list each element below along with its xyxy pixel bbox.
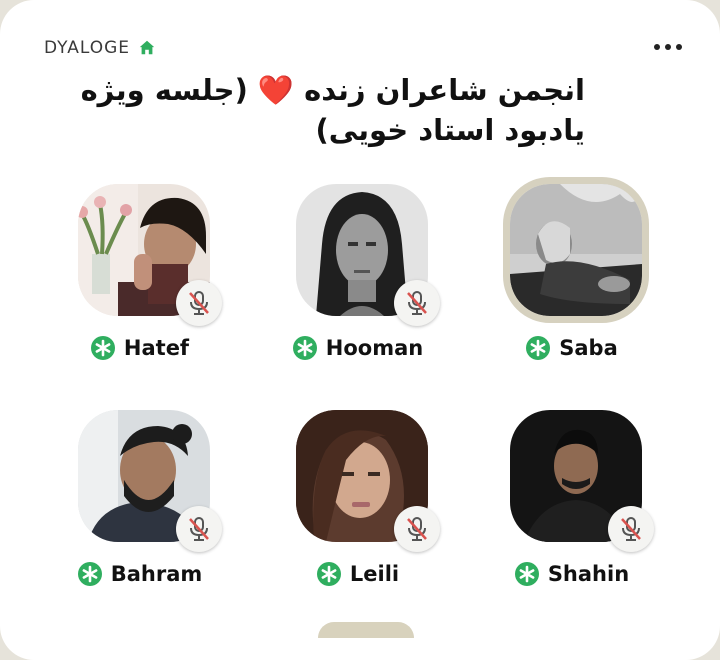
speaker-name: Bahram	[110, 562, 203, 586]
name-row: Saba	[472, 336, 672, 360]
speaker-name: Hooman	[325, 336, 424, 360]
mute-badge	[176, 280, 222, 326]
name-row: Shahin	[472, 562, 672, 586]
room-card: DYALOGE انجمن شاعران زنده ❤️ (جلسه ویژه …	[0, 0, 720, 660]
speaker-name: Shahin	[547, 562, 630, 586]
club-name[interactable]: DYALOGE	[44, 38, 130, 58]
speaker-saba[interactable]: Saba	[472, 177, 672, 374]
moderator-icon	[292, 336, 317, 360]
mic-muted-icon	[407, 517, 427, 541]
speaker-hooman[interactable]: Hooman	[258, 184, 458, 374]
moderator-icon	[526, 336, 551, 360]
speaker-bahram[interactable]: Bahram	[40, 410, 240, 600]
more-options-button[interactable]	[648, 36, 688, 58]
mic-muted-icon	[189, 291, 209, 315]
mic-muted-icon	[407, 291, 427, 315]
mute-badge	[608, 506, 654, 552]
avatar-speaking[interactable]	[503, 177, 649, 323]
speaker-name: Leili	[349, 562, 400, 586]
more-dot	[676, 44, 682, 50]
room-title: انجمن شاعران زنده ❤️ (جلسه ویژه یادبود ا…	[80, 73, 585, 147]
name-row: Hatef	[40, 336, 240, 360]
name-row: Leili	[258, 562, 458, 586]
next-avatar-peek	[318, 622, 414, 638]
speaker-name: Hatef	[123, 336, 190, 360]
home-icon	[139, 40, 155, 55]
speaker-hatef[interactable]: Hatef	[40, 184, 240, 374]
name-row: Hooman	[258, 336, 458, 360]
mic-muted-icon	[189, 517, 209, 541]
speaker-leili[interactable]: Leili	[258, 410, 458, 600]
moderator-icon	[316, 562, 341, 586]
name-row: Bahram	[40, 562, 240, 586]
club-header[interactable]: DYALOGE	[44, 36, 156, 60]
mute-badge	[176, 506, 222, 552]
moderator-icon	[90, 336, 115, 360]
mic-muted-icon	[621, 517, 641, 541]
moderator-icon	[514, 562, 539, 586]
mute-badge	[394, 280, 440, 326]
mute-badge	[394, 506, 440, 552]
more-dot	[654, 44, 660, 50]
more-dot	[665, 44, 671, 50]
moderator-icon	[77, 562, 102, 586]
speaker-shahin[interactable]: Shahin	[472, 410, 672, 600]
speaker-name: Saba	[559, 336, 618, 360]
